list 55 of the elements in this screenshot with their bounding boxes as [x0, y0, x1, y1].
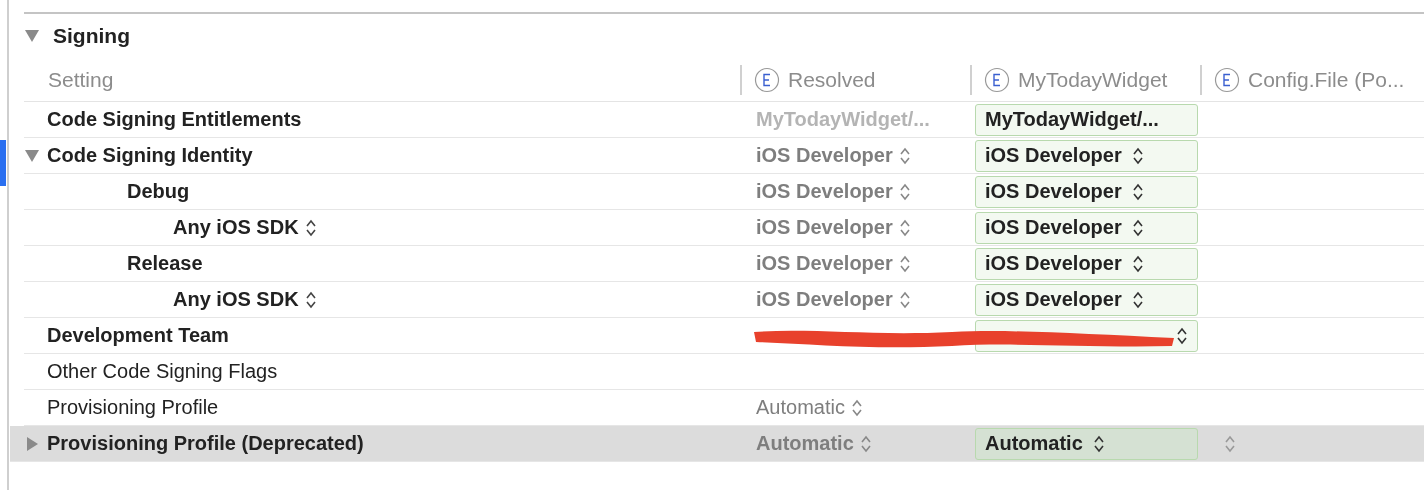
setting-label: Provisioning Profile (Deprecated): [47, 432, 364, 455]
setting-label: Other Code Signing Flags: [47, 360, 278, 383]
resolved-value: Automatic: [756, 432, 854, 455]
value-popup-button[interactable]: iOS Developer: [975, 247, 1198, 280]
resolved-value: iOS Developer: [756, 216, 893, 239]
stepper-icon[interactable]: [304, 289, 317, 310]
stepper-icon[interactable]: [1131, 217, 1144, 238]
stepper-icon[interactable]: [1131, 145, 1144, 166]
setting-label: Code Signing Entitlements: [47, 108, 302, 131]
setting-row[interactable]: Provisioning Profile (Deprecated) Automatic Automatic: [10, 426, 1424, 462]
stepper-icon[interactable]: [1131, 289, 1144, 310]
column-header: Setting: [48, 67, 114, 92]
setting-label: Any iOS SDK: [173, 216, 299, 239]
setting-label: Any iOS SDK: [173, 288, 299, 311]
setting-row[interactable]: Code Signing Entitlements MyTodayWidget/... MyTodayWidget/...: [24, 102, 1424, 138]
disclosure-triangle-icon[interactable]: [24, 435, 40, 452]
value-popup-button[interactable]: iOS Developer: [975, 139, 1198, 172]
column-header: Resolved: [788, 67, 876, 92]
value-popup-button[interactable]: iOS Developer: [975, 211, 1198, 244]
resolved-value: iOS Developer: [756, 144, 893, 167]
setting-label: Development Team: [47, 324, 229, 347]
resolved-value: iOS Developer: [756, 288, 893, 311]
value-popup-button[interactable]: MyTodayWidget/...: [975, 103, 1198, 136]
setting-row[interactable]: Any iOS SDK iOS Developer iOS Developer: [24, 210, 1424, 246]
setting-row[interactable]: Debug iOS Developer iOS Developer: [24, 174, 1424, 210]
stepper-icon[interactable]: [304, 217, 317, 238]
setting-label: Provisioning Profile: [47, 396, 219, 419]
setting-row[interactable]: Code Signing Identity iOS Developer iOS Developer: [24, 138, 1424, 174]
section-title: Signing: [53, 24, 130, 48]
setting-row[interactable]: Any iOS SDK iOS Developer iOS Developer: [24, 282, 1424, 318]
resolved-value: iOS Developer: [756, 180, 893, 203]
resolved-value: Automatic: [756, 396, 845, 419]
stepper-icon[interactable]: [1092, 433, 1105, 454]
value-popup-button[interactable]: iOS Developer: [975, 175, 1198, 208]
setting-row[interactable]: Release iOS Developer iOS Developer: [24, 246, 1424, 282]
level-icon: [984, 66, 1010, 93]
stepper-icon[interactable]: [1176, 325, 1188, 346]
resolved-value: MyTodayWidget/...: [756, 108, 930, 131]
stepper-icon[interactable]: [1131, 181, 1144, 202]
level-icon: [1214, 66, 1240, 93]
setting-row[interactable]: Other Code Signing Flags: [24, 354, 1424, 390]
disclosure-triangle-icon[interactable]: [24, 28, 40, 44]
selection-marker: [0, 140, 6, 186]
value-popup-button[interactable]: Automatic: [975, 427, 1198, 460]
column-header: MyTodayWidget: [1018, 67, 1168, 92]
column-header: Config.File (Po...: [1248, 67, 1405, 92]
value-popup-button[interactable]: iOS Developer: [975, 283, 1198, 316]
setting-label: Debug: [127, 180, 190, 203]
disclosure-triangle-icon[interactable]: [24, 147, 40, 164]
setting-label: Code Signing Identity: [47, 144, 253, 167]
stepper-icon[interactable]: [1131, 253, 1144, 274]
level-icon: [754, 66, 780, 93]
setting-row[interactable]: Development Team: [24, 318, 1424, 354]
resolved-value: iOS Developer: [756, 252, 893, 275]
setting-label: Release: [127, 252, 203, 275]
